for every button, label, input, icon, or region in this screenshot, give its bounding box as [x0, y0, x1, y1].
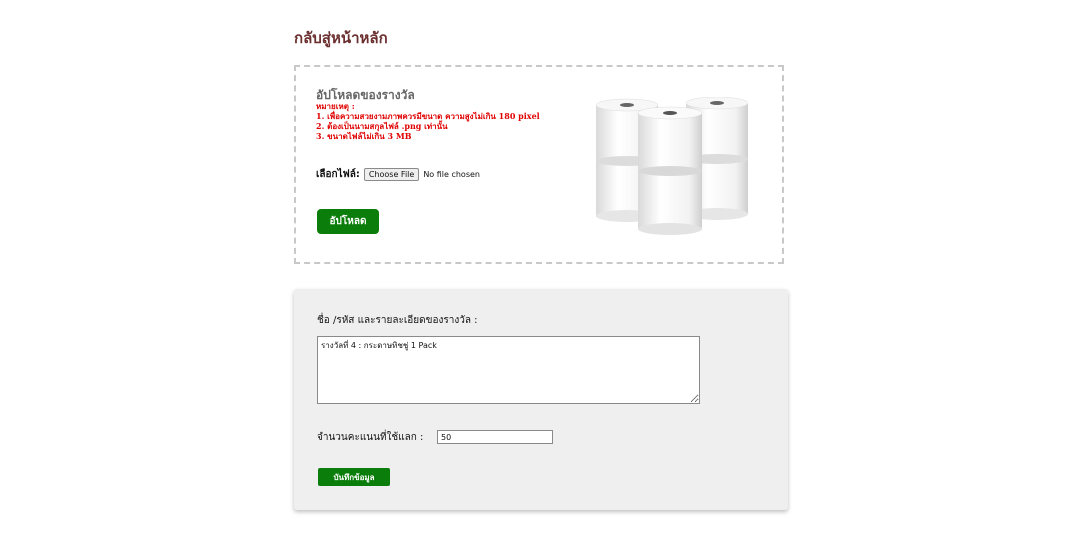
- back-to-home-link[interactable]: กลับสู่หน้าหลัก: [294, 26, 388, 50]
- upload-panel: อัปโหลดของรางวัล หมายเหตุ : 1. เพื่อความ…: [294, 65, 784, 264]
- file-picker-row: เลือกไฟล์: Choose File No file chosen: [316, 167, 480, 182]
- points-label: จำนวนคะแนนที่ใช้แลก :: [317, 432, 424, 443]
- note-line-2: 2. ต้องเป็นนามสกุลไฟล์ .png เท่านั้น: [316, 121, 448, 131]
- reward-details-textarea[interactable]: รางวัลที่ 4 : กระดาษทิชชู่ 1 Pack: [317, 336, 700, 404]
- points-input[interactable]: [437, 430, 553, 444]
- choose-file-button[interactable]: Choose File: [363, 168, 420, 181]
- toilet-paper-rolls-image: [595, 97, 749, 235]
- upload-notes: หมายเหตุ : 1. เพื่อความสวยงามภาพควรมีขนา…: [316, 101, 540, 141]
- file-status: No file chosen: [423, 170, 480, 179]
- save-button[interactable]: บันทึกข้อมูล: [318, 468, 390, 486]
- note-heading: หมายเหตุ :: [316, 101, 355, 111]
- upload-button[interactable]: อัปโหลด: [317, 209, 379, 234]
- reward-details-label: ชื่อ /รหัส และรายละเอียดของรางวัล :: [317, 315, 478, 326]
- note-line-3: 3. ขนาดไฟล์ไม่เกิน 3 MB: [316, 131, 412, 141]
- note-line-1: 1. เพื่อความสวยงามภาพควรมีขนาด ความสูงไม…: [316, 111, 540, 121]
- reward-details-card: ชื่อ /รหัส และรายละเอียดของรางวัล : รางว…: [294, 289, 788, 510]
- file-label: เลือกไฟล์:: [316, 169, 360, 180]
